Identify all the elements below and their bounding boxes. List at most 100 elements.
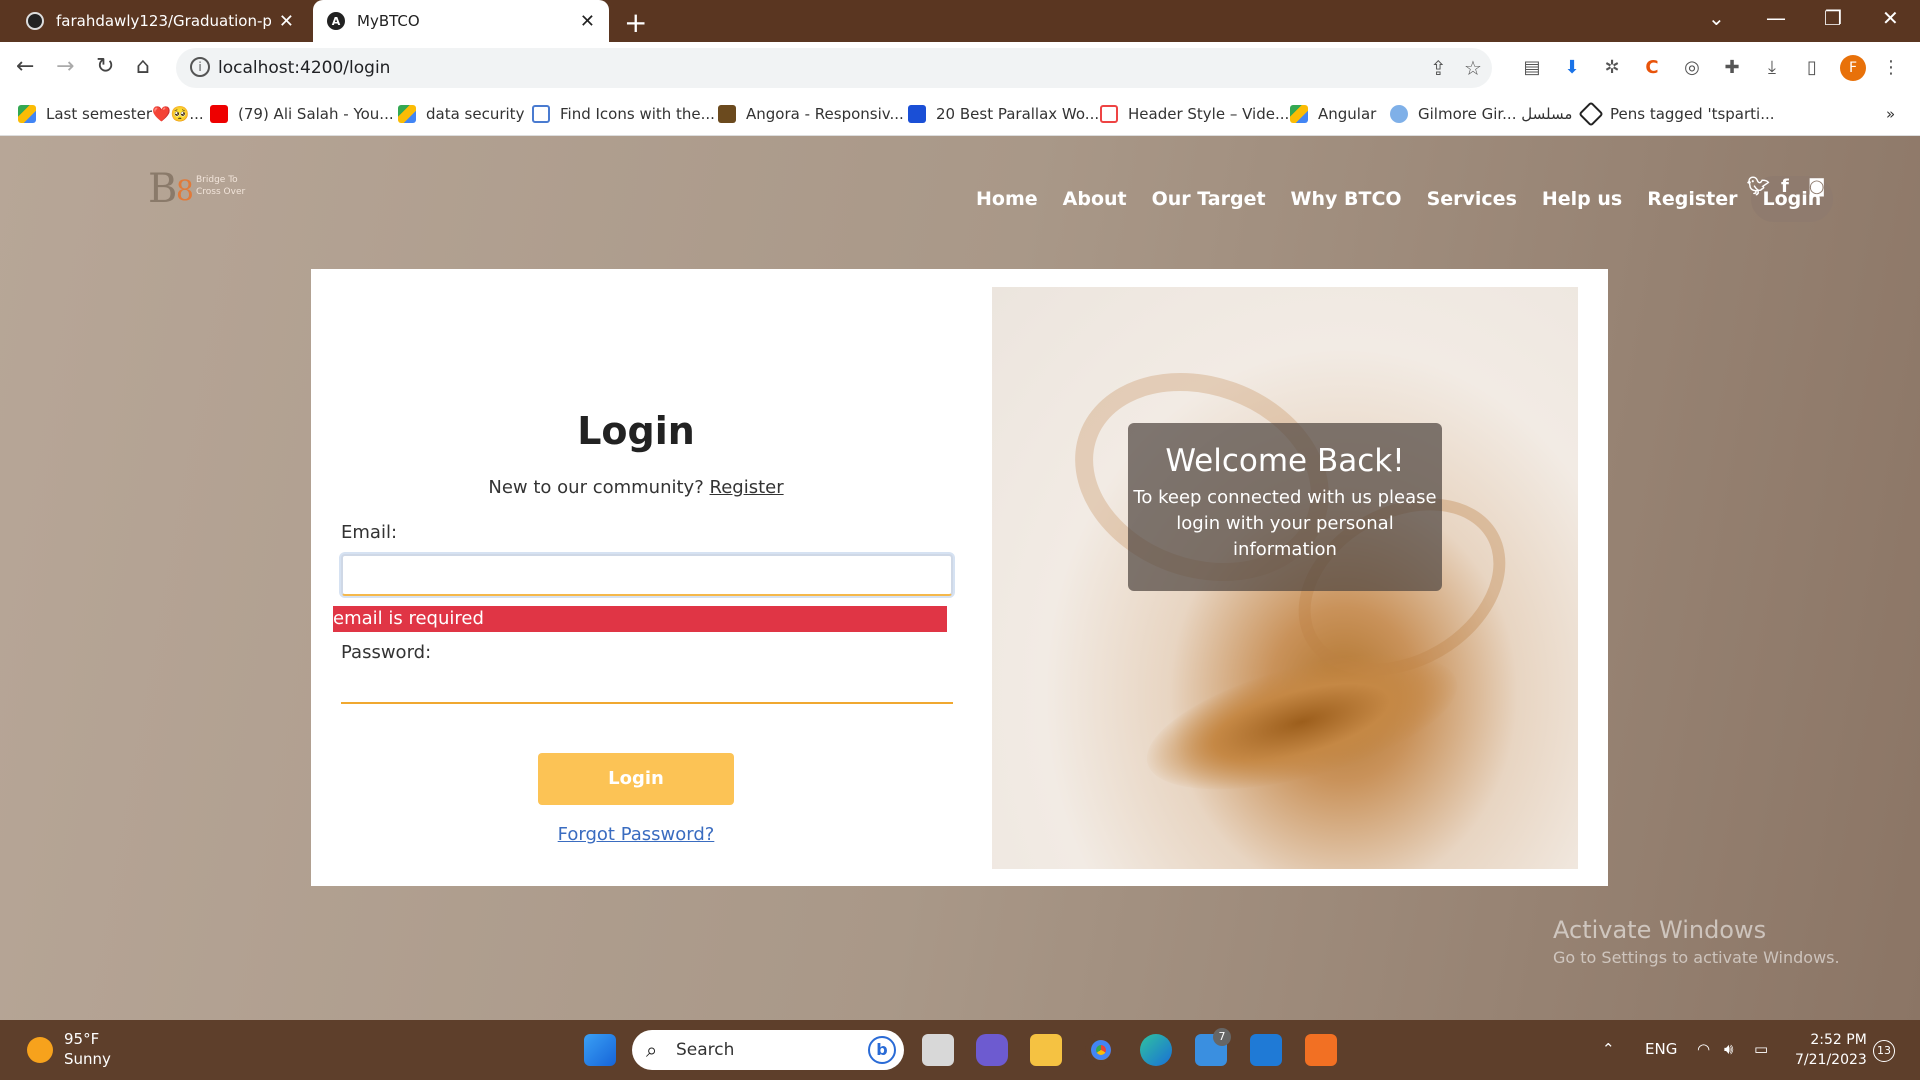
restore-icon[interactable]: ❐ [1824, 6, 1842, 30]
logo-letter-b: B [148, 166, 178, 212]
chrome-icon[interactable] [1085, 1034, 1117, 1066]
activate-windows-watermark: Activate Windows Go to Settings to activ… [1553, 916, 1840, 967]
nav-about[interactable]: About [1063, 188, 1127, 210]
star-icon[interactable]: ☆ [1464, 56, 1482, 80]
weather-condition[interactable]: Sunny [64, 1050, 111, 1068]
notification-badge[interactable]: 13 [1873, 1040, 1895, 1062]
bookmark-item[interactable]: Pens tagged 'tsparti... [1578, 101, 1775, 127]
bookmark-label: 20 Best Parallax Wo... [936, 105, 1100, 123]
home-icon[interactable]: ⌂ [136, 54, 150, 79]
close-window-icon[interactable]: ✕ [1882, 6, 1899, 30]
windows-start-icon[interactable] [584, 1034, 616, 1066]
browser-tab-mybtco[interactable]: A MyBTCO ✕ [313, 0, 609, 42]
extension-icon[interactable]: ✲ [1601, 57, 1623, 79]
task-view-icon[interactable] [922, 1034, 954, 1066]
download-icon[interactable]: ⤓ [1761, 57, 1783, 79]
extension-icon[interactable]: ◎ [1681, 57, 1703, 79]
taskbar-search[interactable]: ⌕ Search b [632, 1030, 904, 1070]
nav-home[interactable]: Home [976, 188, 1038, 210]
xampp-icon[interactable] [1305, 1034, 1337, 1066]
bookmark-item[interactable]: Angular [1290, 105, 1376, 123]
nav-help-us[interactable]: Help us [1542, 188, 1622, 210]
site-logo[interactable]: B 8 Bridge To Cross Over [148, 166, 258, 212]
bookmark-item[interactable]: Gilmore Gir... مسلسل [1390, 105, 1572, 123]
search-label: Search [676, 1040, 735, 1060]
minimize-icon[interactable]: — [1766, 6, 1786, 30]
password-field[interactable] [341, 662, 953, 704]
profile-avatar[interactable]: F [1840, 55, 1866, 81]
puzzle-icon[interactable]: ✚ [1721, 57, 1743, 79]
nav-our-target[interactable]: Our Target [1152, 188, 1266, 210]
bookmark-label: Angular [1318, 105, 1377, 123]
info-icon[interactable]: i [190, 57, 210, 77]
weather-temperature[interactable]: 95°F [64, 1030, 99, 1048]
share-icon[interactable]: ⇪ [1430, 56, 1447, 80]
system-clock[interactable]: 2:52 PM 7/21/2023 [1795, 1030, 1867, 1070]
drive-icon [18, 105, 36, 123]
sun-icon[interactable] [27, 1037, 53, 1063]
youtube-icon [210, 105, 228, 123]
welcome-panel: Welcome Back! To keep connected with us … [1128, 423, 1442, 591]
forward-icon[interactable]: → [56, 54, 74, 79]
search-icon: ⌕ [646, 1038, 658, 1062]
nav-services[interactable]: Services [1427, 188, 1517, 210]
logo-tagline-2: Cross Over [196, 187, 246, 197]
bookmark-item[interactable]: data security [398, 105, 524, 123]
bookmark-item[interactable]: Angora - Responsiv... [718, 105, 904, 123]
watermark-title: Activate Windows [1553, 916, 1767, 944]
back-icon[interactable]: ← [16, 54, 34, 79]
new-tab-button[interactable]: + [624, 6, 647, 39]
extension-icon[interactable]: C [1641, 57, 1663, 79]
vscode-icon[interactable] [1250, 1034, 1282, 1066]
nav-register[interactable]: Register [1647, 188, 1737, 210]
decorative-image: Welcome Back! To keep connected with us … [992, 287, 1578, 869]
nav-why-btco[interactable]: Why BTCO [1291, 188, 1402, 210]
bookmark-label: (79) Ali Salah - You... [238, 105, 394, 123]
tab-title: farahdawly123/Graduation-proje [56, 12, 271, 30]
language-indicator[interactable]: ENG [1645, 1040, 1677, 1058]
bookmark-label: Find Icons with the... [560, 105, 715, 123]
volume-icon[interactable]: 🔊︎ [1724, 1040, 1733, 1058]
more-bookmarks-icon[interactable]: » [1886, 105, 1895, 123]
taskbar: 95°F Sunny ⌕ Search b 7 ⌃ ENG ◠ 🔊︎ ▭ 2:5… [0, 1020, 1920, 1080]
email-field[interactable] [341, 554, 953, 596]
instagram-icon[interactable]: ◙ [1808, 176, 1825, 197]
bookmark-item[interactable]: Find Icons with the... [532, 105, 715, 123]
login-button[interactable]: Login [538, 753, 734, 805]
bookmark-item[interactable]: Header Style – Vide... [1100, 105, 1289, 123]
menu-icon[interactable]: ⋮ [1880, 57, 1902, 79]
twitter-icon[interactable]: 🐦︎ [1747, 176, 1770, 197]
battery-icon[interactable]: ▭ [1754, 1040, 1768, 1058]
bookmark-item[interactable]: 20 Best Parallax Wo... [908, 105, 1099, 123]
register-link[interactable]: Register [710, 477, 784, 498]
logo-tagline: Bridge To Cross Over [196, 174, 245, 198]
address-bar[interactable]: i localhost:4200/login ⇪ ☆ [176, 48, 1492, 88]
page-background: B 8 Bridge To Cross Over Home About Our T… [0, 136, 1920, 1020]
wifi-icon[interactable]: ◠ [1697, 1040, 1710, 1058]
chevron-up-icon[interactable]: ⌃ [1602, 1040, 1615, 1058]
forgot-password-link[interactable]: Forgot Password? [311, 824, 961, 845]
bookmark-item[interactable]: Last semester❤️🥺... [18, 105, 204, 123]
chart-icon [908, 105, 926, 123]
facebook-icon[interactable]: f [1781, 176, 1789, 197]
chevron-down-icon[interactable]: ⌄ [1708, 6, 1725, 30]
bookmark-item[interactable]: (79) Ali Salah - You... [210, 105, 394, 123]
bing-icon[interactable]: b [868, 1036, 896, 1064]
close-icon[interactable]: ✕ [279, 11, 294, 32]
welcome-text: To keep connected with us please login w… [1133, 487, 1437, 560]
sidebar-icon[interactable]: ▯ [1801, 57, 1823, 79]
tab-title: MyBTCO [357, 12, 420, 30]
github-icon [26, 12, 44, 30]
browser-tab-github[interactable]: farahdawly123/Graduation-proje ✕ [12, 0, 308, 42]
login-card: Login New to our community? Register Ema… [311, 269, 1608, 886]
reload-icon[interactable]: ↻ [96, 54, 114, 79]
browser-tab-strip: farahdawly123/Graduation-proje ✕ A MyBTC… [0, 0, 1920, 42]
url-text[interactable]: localhost:4200/login [218, 58, 390, 78]
edge-icon[interactable] [1140, 1034, 1172, 1066]
tri-icon [1100, 105, 1118, 123]
teams-chat-icon[interactable] [976, 1034, 1008, 1066]
extension-icon[interactable]: ▤ [1521, 57, 1543, 79]
download-ext-icon[interactable]: ⬇ [1561, 57, 1583, 79]
file-explorer-icon[interactable] [1030, 1034, 1062, 1066]
close-icon[interactable]: ✕ [580, 11, 595, 32]
